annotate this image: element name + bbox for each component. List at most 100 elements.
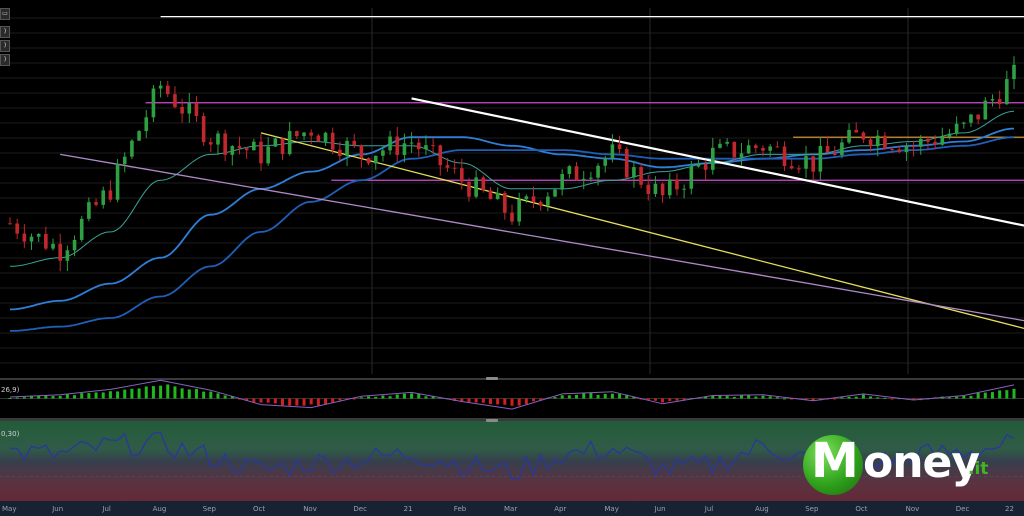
candle-body xyxy=(36,233,41,237)
logo-word: oney xyxy=(863,437,980,488)
macd-bar xyxy=(180,388,184,399)
candle-body xyxy=(840,142,844,156)
macd-bar xyxy=(983,392,987,399)
candle-body xyxy=(962,122,966,124)
candle-body xyxy=(115,164,120,200)
candle-body xyxy=(244,148,249,151)
panel-button-1[interactable]: ▭ xyxy=(0,8,10,20)
macd-bar xyxy=(783,398,787,400)
candle-body xyxy=(431,145,435,147)
macd-bar xyxy=(467,398,471,403)
candle-body xyxy=(926,138,930,142)
macd-bar xyxy=(137,388,141,399)
candle-body xyxy=(309,132,313,136)
candle-body xyxy=(366,158,371,164)
candle-body xyxy=(488,190,493,200)
panel-button-3[interactable]: ) xyxy=(0,40,10,52)
candle-body xyxy=(87,202,91,219)
candle-body xyxy=(187,102,192,114)
candle-body xyxy=(151,88,156,118)
candle-body xyxy=(524,196,529,200)
macd-bar xyxy=(553,397,557,399)
candle-body xyxy=(259,141,263,164)
macd-bar xyxy=(990,392,994,399)
macd-bar xyxy=(739,395,743,399)
candle-body xyxy=(122,156,127,165)
resize-handle-2[interactable] xyxy=(486,419,498,422)
candle-body xyxy=(345,140,349,157)
x-tick-label: Oct xyxy=(855,505,868,513)
candle-body xyxy=(847,129,851,143)
x-tick-label: Jun xyxy=(52,505,64,513)
x-tick-label: Mar xyxy=(504,505,518,513)
candle-body xyxy=(144,117,149,132)
candle-body xyxy=(216,133,220,145)
candle-body xyxy=(617,144,622,150)
macd-bar xyxy=(524,398,528,405)
candle-body xyxy=(904,146,909,153)
macd-bar xyxy=(338,398,342,401)
macd-bar xyxy=(955,396,959,399)
macd-bar xyxy=(367,396,371,399)
macd-bar xyxy=(962,395,966,399)
candle-body xyxy=(897,149,902,153)
candle-body xyxy=(660,183,665,196)
candle-body xyxy=(416,142,421,150)
candle-body xyxy=(603,158,608,166)
candle-body xyxy=(739,153,744,158)
candle-body xyxy=(445,165,450,168)
macd-bar xyxy=(768,396,772,399)
candle-body xyxy=(861,132,866,140)
macd-bar xyxy=(108,391,112,399)
macd-bar xyxy=(173,386,177,399)
candle-body xyxy=(589,177,593,179)
resize-handle-1[interactable] xyxy=(486,377,498,380)
macd-bar xyxy=(187,389,191,399)
candle-body xyxy=(252,141,256,151)
candle-body xyxy=(538,202,543,206)
x-tick-label: Sep xyxy=(805,505,819,513)
x-tick-label: May xyxy=(604,505,619,513)
candle-body xyxy=(761,147,765,151)
candle-body xyxy=(868,139,873,147)
logo-letter: M xyxy=(811,433,859,489)
candle-body xyxy=(467,181,471,197)
macd-bar xyxy=(273,398,277,404)
macd-bar xyxy=(80,393,84,399)
macd-bar xyxy=(732,396,736,399)
macd-bar xyxy=(259,398,263,403)
candle-body xyxy=(359,145,364,159)
macd-bar xyxy=(618,393,622,399)
macd-bar xyxy=(496,398,500,405)
macd-bar xyxy=(359,397,363,399)
macd-bar xyxy=(610,393,614,399)
x-tick-label: May xyxy=(2,505,17,513)
candle-body xyxy=(768,146,772,151)
candle-body xyxy=(452,167,457,169)
candle-body xyxy=(302,132,306,137)
candle-body xyxy=(782,146,787,167)
candle-body xyxy=(689,166,694,189)
candle-body xyxy=(15,223,19,234)
candle-body xyxy=(201,116,206,143)
macd-bar xyxy=(223,395,227,399)
panel-button-4[interactable]: ) xyxy=(0,54,10,66)
macd-bar xyxy=(159,385,163,399)
panel-button-2[interactable]: ) xyxy=(0,26,10,38)
candle-body xyxy=(653,183,658,194)
candle-body xyxy=(933,141,937,145)
macd-bar xyxy=(417,393,421,399)
macd-bar xyxy=(381,395,385,399)
panel-divider-1 xyxy=(0,378,1024,380)
macd-bar xyxy=(94,392,98,399)
candle-body xyxy=(223,133,227,155)
candle-body xyxy=(373,155,378,164)
macd-bar xyxy=(761,395,765,399)
candle-body xyxy=(295,131,299,137)
candle-body xyxy=(832,152,837,156)
candle-body xyxy=(997,99,1002,105)
macd-bar xyxy=(488,398,492,404)
x-tick-label: Apr xyxy=(554,505,567,513)
macd-bar xyxy=(51,396,55,399)
candle-body xyxy=(531,196,536,203)
